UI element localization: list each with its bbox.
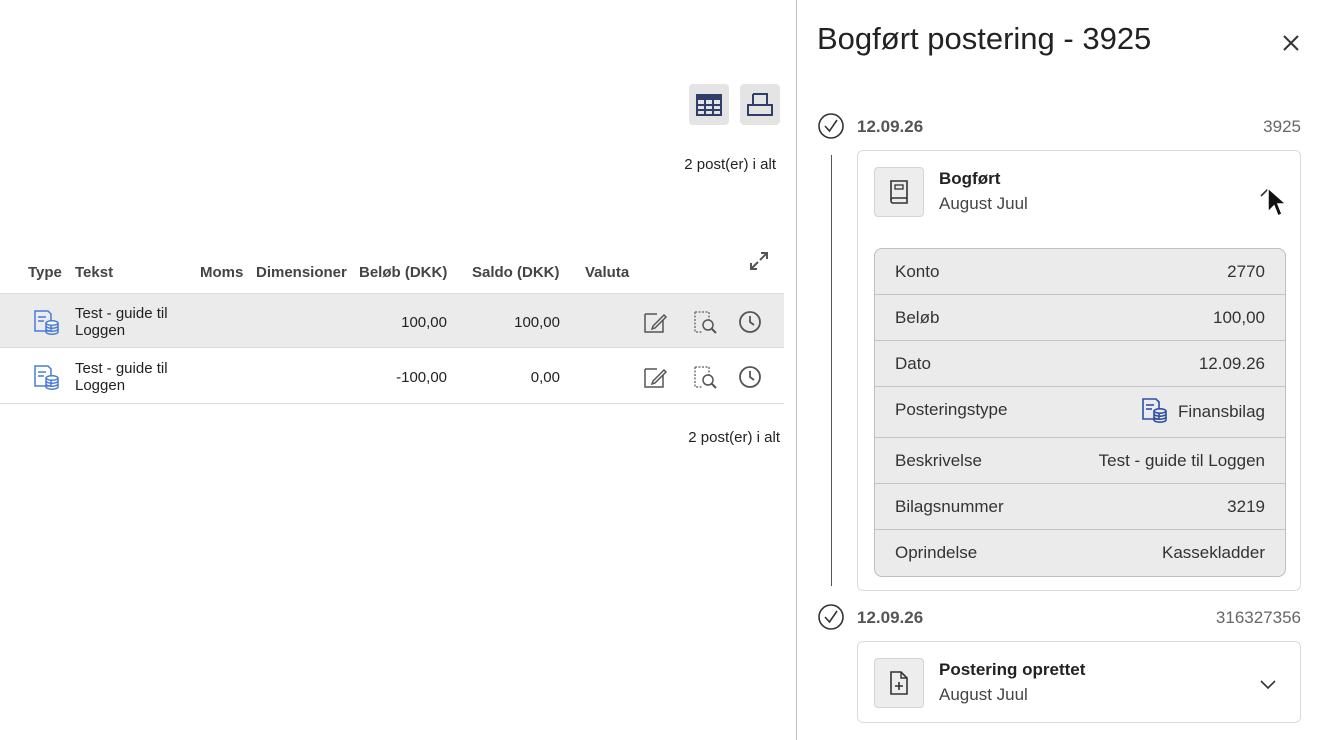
edit-icon[interactable]	[642, 309, 668, 335]
detail-row-bilagsnummer: Bilagsnummer 3219	[875, 484, 1285, 530]
detail-value: Finansbilag	[1178, 402, 1265, 421]
chevron-down-icon[interactable]	[1258, 674, 1278, 694]
row-text: Test - guide til Loggen	[75, 360, 168, 394]
detail-key: Posteringstype	[895, 400, 1008, 419]
row-belob: 100,00	[401, 314, 447, 331]
detail-row-posteringstype: Posteringstype Finansbilag	[875, 387, 1285, 438]
row-belob: -100,00	[396, 369, 447, 386]
detail-value: 12.09.26	[1198, 354, 1265, 373]
column-header-valuta[interactable]: Valuta	[585, 264, 629, 281]
mouse-cursor-icon	[1267, 186, 1288, 218]
event-number: 316327356	[1215, 608, 1301, 627]
event-title: Postering oprettet	[939, 660, 1086, 679]
table-header: Type Tekst Moms Dimensioner Beløb (DKK) …	[0, 262, 784, 284]
file-plus-icon	[890, 671, 908, 695]
detail-key: Dato	[895, 354, 931, 373]
book-icon	[890, 180, 908, 204]
event-details: Konto 2770 Beløb 100,00 Dato 12.09.26 Po…	[874, 248, 1286, 577]
check-circle-icon	[818, 604, 844, 630]
finansbilag-icon	[1142, 398, 1167, 423]
detail-value: Kassekladder	[1161, 543, 1265, 562]
column-header-moms[interactable]: Moms	[200, 264, 243, 281]
timeline-line	[831, 155, 832, 586]
book-icon-box	[874, 167, 924, 217]
event-card[interactable]: Postering oprettet August Juul	[857, 641, 1301, 723]
column-header-tekst[interactable]: Tekst	[75, 264, 113, 281]
history-clock-icon[interactable]	[737, 309, 763, 335]
event-number: 3925	[1263, 117, 1301, 136]
detail-value: 2770	[1227, 262, 1265, 281]
detail-row-konto: Konto 2770	[875, 249, 1285, 295]
detail-row-belob: Beløb 100,00	[875, 295, 1285, 341]
column-header-saldo[interactable]: Saldo (DKK)	[472, 264, 560, 281]
detail-key: Beskrivelse	[895, 451, 982, 470]
detail-key: Konto	[895, 262, 940, 281]
row-text: Test - guide til Loggen	[75, 305, 168, 339]
history-clock-icon[interactable]	[737, 364, 763, 390]
finansbilag-icon	[34, 310, 59, 335]
detail-key: Oprindelse	[895, 543, 978, 562]
table-row[interactable]: Test - guide til Loggen 100,00 100,00	[0, 293, 784, 348]
detail-key: Beløb	[895, 308, 940, 327]
inspect-document-icon[interactable]	[692, 364, 718, 390]
post-count: 2 post(er) i alt	[684, 156, 776, 173]
event-date: 12.09.26	[857, 608, 924, 627]
finansbilag-icon	[34, 365, 59, 390]
inspect-document-icon[interactable]	[692, 309, 718, 335]
posting-log-panel: Bogført postering - 3925 12.09.26 3925 B…	[796, 0, 1320, 740]
row-saldo: 0,00	[530, 369, 560, 386]
event-header: 12.09.26 316327356	[817, 601, 1301, 631]
detail-row-beskrivelse: Beskrivelse Test - guide til Loggen	[875, 438, 1285, 484]
detail-value: 3219	[1227, 497, 1265, 516]
column-header-belob[interactable]: Beløb (DKK)	[359, 264, 447, 281]
journal-list-pane: 2 post(er) i alt Type Tekst Moms Dimensi…	[0, 0, 796, 740]
event-date: 12.09.26	[857, 117, 924, 136]
event-header: 12.09.26 3925	[817, 110, 1301, 140]
column-header-dimensioner[interactable]: Dimensioner	[256, 264, 347, 281]
detail-value: Test - guide til Loggen	[1098, 451, 1265, 470]
event-card: Bogført August Juul Konto 2770 Beløb 100…	[857, 150, 1301, 591]
column-header-type[interactable]: Type	[28, 264, 62, 281]
edit-icon[interactable]	[642, 364, 668, 390]
event-user: August Juul	[939, 685, 1028, 704]
table-row[interactable]: Test - guide til Loggen -100,00 0,00	[0, 349, 784, 404]
detail-value: 100,00	[1213, 308, 1265, 327]
file-plus-icon-box	[874, 658, 924, 708]
close-icon[interactable]	[1281, 33, 1301, 53]
table-view-button[interactable]	[689, 84, 729, 125]
detail-row-oprindelse: Oprindelse Kassekladder	[875, 530, 1285, 576]
detail-row-dato: Dato 12.09.26	[875, 341, 1285, 387]
event-title: Bogført	[939, 169, 1001, 188]
panel-title: Bogført postering - 3925	[817, 21, 1152, 56]
print-icon	[747, 92, 773, 116]
check-circle-icon	[818, 113, 844, 139]
post-count-footer: 2 post(er) i alt	[688, 429, 780, 446]
detail-key: Bilagsnummer	[895, 497, 1004, 516]
print-button[interactable]	[740, 84, 780, 125]
row-saldo: 100,00	[514, 314, 560, 331]
event-user: August Juul	[939, 194, 1028, 213]
table-grid-icon	[696, 93, 722, 116]
